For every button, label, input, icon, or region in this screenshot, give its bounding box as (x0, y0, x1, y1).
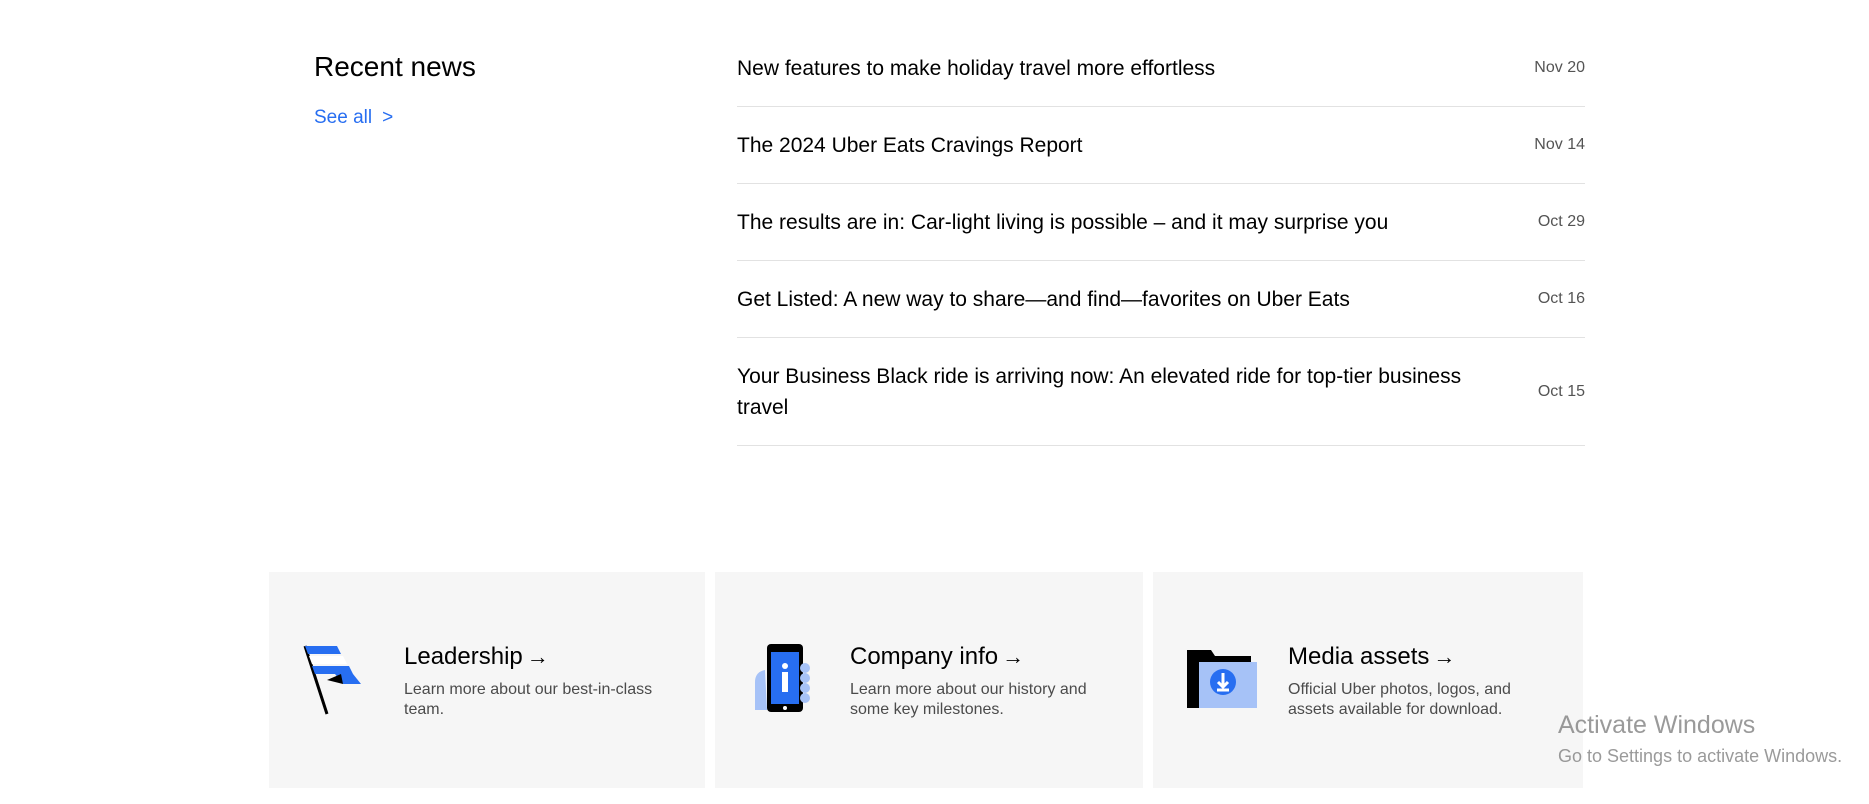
news-item[interactable]: New features to make holiday travel more… (737, 30, 1585, 107)
news-item[interactable]: Your Business Black ride is arriving now… (737, 338, 1585, 446)
media-assets-description: Official Uber photos, logos, and assets … (1288, 681, 1511, 718)
folder-download-icon (1185, 642, 1259, 716)
arrow-right-icon: → (1433, 644, 1456, 669)
news-item-date: Nov 20 (1534, 59, 1585, 76)
leadership-title-text: Leadership (404, 643, 523, 670)
company-info-card[interactable]: Company info → Learn more about our hist… (715, 572, 1143, 788)
news-item-title[interactable]: The 2024 Uber Eats Cravings Report (737, 130, 1083, 161)
company-info-title[interactable]: Company info → (850, 642, 1024, 672)
media-assets-card[interactable]: Media assets → Official Uber photos, log… (1153, 572, 1583, 788)
activate-windows-watermark: Activate Windows Go to Settings to activ… (1558, 710, 1842, 768)
news-item-title[interactable]: New features to make holiday travel more… (737, 53, 1215, 84)
news-list: New features to make holiday travel more… (737, 30, 1585, 446)
news-item-title[interactable]: Get Listed: A new way to share—and find—… (737, 284, 1350, 315)
arrow-right-icon: → (526, 644, 549, 669)
news-item[interactable]: The 2024 Uber Eats Cravings Report Nov 1… (737, 107, 1585, 184)
leadership-card[interactable]: Leadership → Learn more about our best-i… (269, 572, 705, 788)
media-assets-title-text: Media assets (1288, 643, 1430, 670)
watermark-title: Activate Windows (1558, 711, 1756, 739)
page: Recent news See all > New features to ma… (0, 0, 1869, 804)
flag-icon (301, 642, 375, 716)
watermark-subtitle: Go to Settings to activate Windows. (1558, 746, 1843, 766)
chevron-right-icon: > (382, 107, 394, 128)
news-item-date: Oct 29 (1537, 213, 1585, 230)
company-info-title-text: Company info (850, 643, 999, 670)
news-item-date: Oct 16 (1537, 290, 1585, 307)
recent-news-heading: Recent news (314, 51, 476, 82)
leadership-title[interactable]: Leadership → (404, 642, 549, 672)
news-item-title[interactable]: The results are in: Car-light living is … (737, 207, 1388, 238)
news-item-title[interactable]: Your Business Black ride is arriving now… (737, 361, 1467, 423)
news-item-date: Nov 14 (1534, 136, 1585, 153)
news-item[interactable]: Get Listed: A new way to share—and find—… (737, 261, 1585, 338)
arrow-right-icon: → (1002, 644, 1025, 669)
leadership-description: Learn more about our best-in-class team. (404, 681, 653, 718)
news-item-date: Oct 15 (1537, 382, 1585, 400)
news-item[interactable]: The results are in: Car-light living is … (737, 184, 1585, 261)
company-info-description: Learn more about our history and some ke… (850, 681, 1087, 718)
see-all-label: See all (314, 107, 373, 128)
media-assets-title[interactable]: Media assets → (1288, 642, 1455, 672)
phone-info-icon (747, 642, 821, 716)
see-all-link[interactable]: See all > (314, 106, 393, 130)
